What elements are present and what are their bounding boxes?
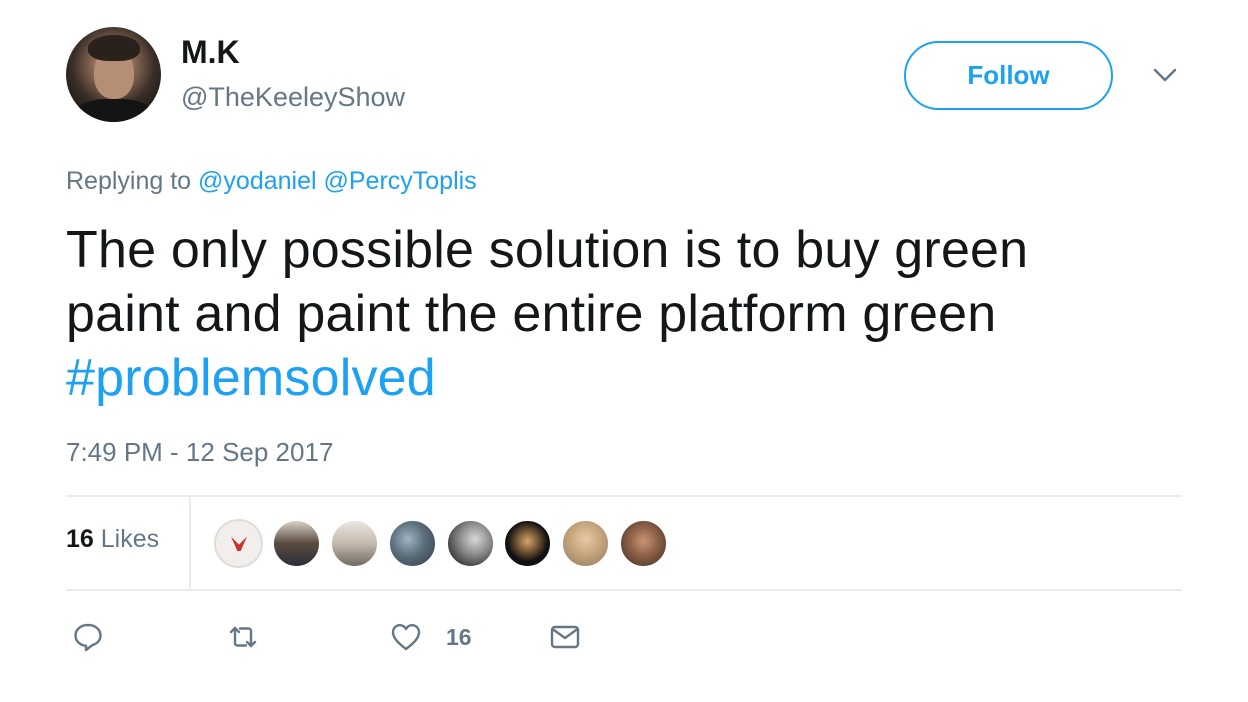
liker-avatar[interactable] xyxy=(561,519,610,568)
direct-message-button[interactable] xyxy=(549,618,581,656)
chevron-down-icon[interactable] xyxy=(1150,62,1180,88)
liker-avatar[interactable] xyxy=(214,519,263,568)
retweet-button[interactable] xyxy=(227,618,259,656)
reply-icon xyxy=(74,623,102,652)
tweet-timestamp[interactable]: 7:49 PM - 12 Sep 2017 xyxy=(66,437,333,468)
envelope-icon xyxy=(550,625,580,649)
replying-to: Replying to @yodaniel @PercyToplis xyxy=(66,167,477,196)
liker-avatar[interactable] xyxy=(446,519,495,568)
avatar-hair xyxy=(88,35,140,61)
liker-avatar[interactable] xyxy=(330,519,379,568)
divider xyxy=(66,589,1182,591)
liker-avatar[interactable] xyxy=(272,519,321,568)
likes-word: Likes xyxy=(100,525,160,553)
tweet-text: The only possible solution is to buy gre… xyxy=(66,218,1176,410)
likes-count: 16 xyxy=(66,525,94,553)
follow-button[interactable]: Follow xyxy=(904,41,1113,110)
reply-button[interactable] xyxy=(72,618,104,656)
liker-avatar[interactable] xyxy=(388,519,437,568)
tweet-line: paint and paint the entire platform gree… xyxy=(66,285,997,343)
divider xyxy=(66,495,1182,497)
heart-icon xyxy=(391,624,421,651)
hashtag-link[interactable]: #problemsolved xyxy=(66,349,436,407)
like-count: 16 xyxy=(446,623,472,650)
likes-stat[interactable]: 16 Likes xyxy=(66,525,159,554)
retweet-icon xyxy=(229,626,257,648)
stats-divider xyxy=(189,497,191,589)
replying-label: Replying to xyxy=(66,167,192,195)
avatar-shirt xyxy=(74,99,154,122)
author-name[interactable]: M.K xyxy=(181,34,240,71)
like-button[interactable]: 16 xyxy=(390,618,472,656)
liker-avatar[interactable] xyxy=(619,519,668,568)
tweet-line: The only possible solution is to buy gre… xyxy=(66,221,1029,279)
mention-link[interactable]: @PercyToplis xyxy=(324,167,477,195)
mention-link[interactable]: @yodaniel xyxy=(198,167,317,195)
liker-avatar[interactable] xyxy=(503,519,552,568)
author-avatar[interactable] xyxy=(66,27,161,122)
author-handle[interactable]: @TheKeeleyShow xyxy=(181,82,405,113)
